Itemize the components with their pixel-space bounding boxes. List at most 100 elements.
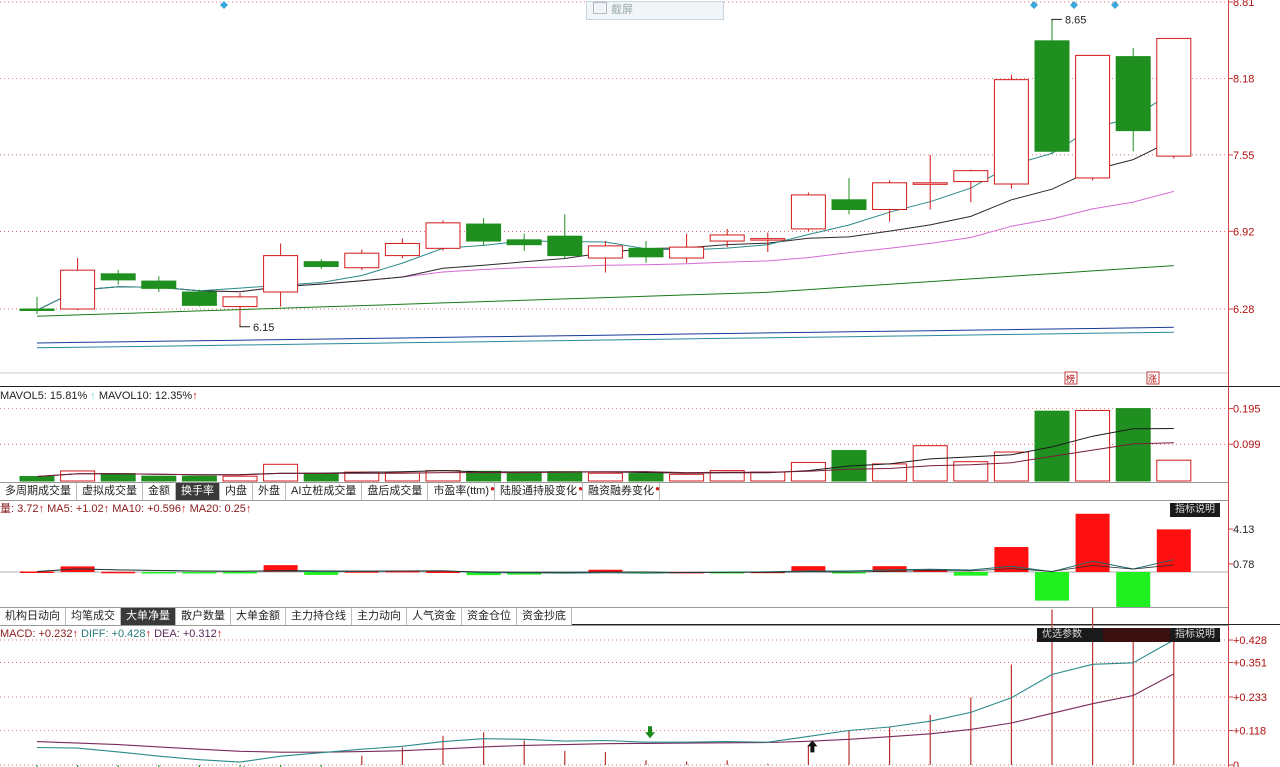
tab-label: 多周期成交量 xyxy=(5,485,71,497)
tab-label: 机构日动向 xyxy=(5,610,60,622)
tab-tabs1-4[interactable]: 内盘 xyxy=(220,483,253,500)
volume-tick-label: 0.195 xyxy=(1233,404,1261,416)
tab-label: 市盈率(ttm) xyxy=(433,485,490,497)
tab-label: 主力动向 xyxy=(357,610,401,622)
tab-label: AI立桩成交量 xyxy=(291,485,357,497)
net-volume-bar xyxy=(304,572,339,575)
turnover-bar xyxy=(872,463,908,482)
tab-tabs1-3[interactable]: 换手率 xyxy=(176,483,220,500)
optimized-params-button[interactable]: 优选参数 xyxy=(1037,628,1103,642)
low-pointer xyxy=(239,324,250,328)
screenshot-label: 截屏 xyxy=(611,4,633,16)
net-volume-bar xyxy=(101,571,136,574)
screenshot-button[interactable]: 截屏 xyxy=(586,1,724,20)
net-volume-bar xyxy=(1116,572,1151,608)
candle-body xyxy=(100,273,136,281)
tab-tabs1-1[interactable]: 虚拟成交量 xyxy=(77,483,143,500)
turnover-bar xyxy=(587,472,623,482)
turnover-bar xyxy=(19,476,55,482)
tab-label: 虚拟成交量 xyxy=(82,485,137,497)
netvol-tick-label: 0.78 xyxy=(1233,559,1254,571)
tab-tabs1-7[interactable]: 盘后成交量 xyxy=(362,483,429,500)
tab-tabs2-3[interactable]: 散户数量 xyxy=(176,608,231,625)
tab-tabs2-6[interactable]: 主力动向 xyxy=(352,608,407,625)
candle-body xyxy=(344,252,380,269)
macd-tick-label: 0 xyxy=(1233,760,1239,767)
candle-body xyxy=(466,223,502,242)
candle-body xyxy=(831,199,867,210)
macd-legend: MACD: +0.232↑ DIFF: +0.428↑ DEA: +0.312↑ xyxy=(0,627,222,641)
candle-body xyxy=(750,238,786,241)
indicator-tabs-volume: 多周期成交量 虚拟成交量 金额 换手率 内盘 外盘 AI立桩成交量 盘后成交量 市盈率(ttm)… xyxy=(0,482,1228,501)
tab-tabs1-9[interactable]: 陆股通持股变化 ● xyxy=(495,483,584,500)
turnover-bar xyxy=(60,470,96,482)
turnover-bar xyxy=(141,475,177,482)
indicator-help-button[interactable]: 指标说明 xyxy=(1170,503,1220,517)
macd-tick-label: +0.233 xyxy=(1233,692,1267,704)
macd-help-button[interactable]: 指标说明 xyxy=(1170,628,1220,642)
macd-label: MACD: +0.232 xyxy=(0,628,73,640)
ma10-label: MA10: +0.596 xyxy=(112,503,182,515)
tab-tabs2-2[interactable]: 大单净量 xyxy=(121,608,176,625)
turnover-bar xyxy=(1115,408,1151,482)
dea-label: DEA: +0.312 xyxy=(154,628,217,640)
tab-tabs1-8[interactable]: 市盈率(ttm) ● xyxy=(428,483,496,500)
tab-tabs1-2[interactable]: 金额 xyxy=(143,483,176,500)
turnover-bar xyxy=(750,471,786,482)
up-arrow-icon: ↑ xyxy=(103,503,113,515)
tab-label: 内盘 xyxy=(225,485,247,497)
net-volume-bar xyxy=(953,572,988,576)
macd-tick-label: +0.351 xyxy=(1233,658,1267,670)
tab-tabs1-5[interactable]: 外盘 xyxy=(253,483,286,500)
turnover-bar xyxy=(181,475,217,482)
candle-body xyxy=(181,291,217,306)
candle-body xyxy=(587,245,623,259)
turnover-bar xyxy=(384,472,420,482)
tab-label: 散户数量 xyxy=(181,610,225,622)
tab-tabs2-4[interactable]: 大单金额 xyxy=(231,608,286,625)
price-tick-label: 7.55 xyxy=(1233,150,1254,162)
tab-label: 金额 xyxy=(148,485,170,497)
tab-tabs2-9[interactable]: 资金抄底 xyxy=(517,608,572,625)
params-button[interactable] xyxy=(1103,628,1171,642)
turnover-bar xyxy=(912,445,948,482)
tab-tabs1-0[interactable]: 多周期成交量 xyxy=(0,483,77,500)
net-volume-bar xyxy=(1035,572,1069,601)
tab-label: 资金抄底 xyxy=(522,610,566,622)
net-volume-bar xyxy=(1156,529,1191,572)
candle-body xyxy=(1075,54,1111,179)
turnover-bar xyxy=(993,451,1029,482)
candle-body xyxy=(263,255,299,293)
tab-tabs1-10[interactable]: 融资融券变化 ● xyxy=(583,483,661,500)
candle-body xyxy=(222,296,258,308)
tab-tabs2-0[interactable]: 机构日动向 xyxy=(0,608,66,625)
high-pointer xyxy=(1051,18,1062,22)
tab-label: 资金仓位 xyxy=(467,610,511,622)
ma250-line xyxy=(36,331,1174,349)
candle-body xyxy=(628,247,664,258)
tab-label: 主力持仓线 xyxy=(291,610,346,622)
turnover-bar xyxy=(222,475,258,482)
tab-tabs2-7[interactable]: 人气资金 xyxy=(407,608,462,625)
tab-label: 人气资金 xyxy=(412,610,456,622)
candle-body xyxy=(19,308,55,311)
candle-body xyxy=(1115,56,1151,132)
indicator-tabs-flow: 机构日动向 均笔成交 大单净量 散户数量 大单金额 主力持仓线 主力动向 人气资金 资金仓位 资金… xyxy=(0,607,1228,626)
tab-tabs2-1[interactable]: 均笔成交 xyxy=(66,608,121,625)
candle-body xyxy=(60,269,96,310)
candle-body xyxy=(303,261,339,268)
turnover-bar xyxy=(303,472,339,482)
new-dot-icon: ● xyxy=(655,484,661,493)
turnover-bar xyxy=(1034,410,1070,482)
tab-tabs1-6[interactable]: AI立桩成交量 xyxy=(286,483,363,500)
net-volume-bar xyxy=(20,571,54,573)
mavol10-label: MAVOL10: 12.35% xyxy=(98,390,193,402)
candle-body xyxy=(953,170,989,183)
candle-body xyxy=(506,239,542,246)
candle-body xyxy=(384,242,420,257)
tab-tabs2-5[interactable]: 主力持仓线 xyxy=(286,608,352,625)
up-arrow-icon: ↑ xyxy=(87,390,99,402)
event-diamond-icon xyxy=(220,1,228,9)
up-arrow-icon: ↑ xyxy=(245,503,252,515)
tab-tabs2-8[interactable]: 资金仓位 xyxy=(462,608,517,625)
